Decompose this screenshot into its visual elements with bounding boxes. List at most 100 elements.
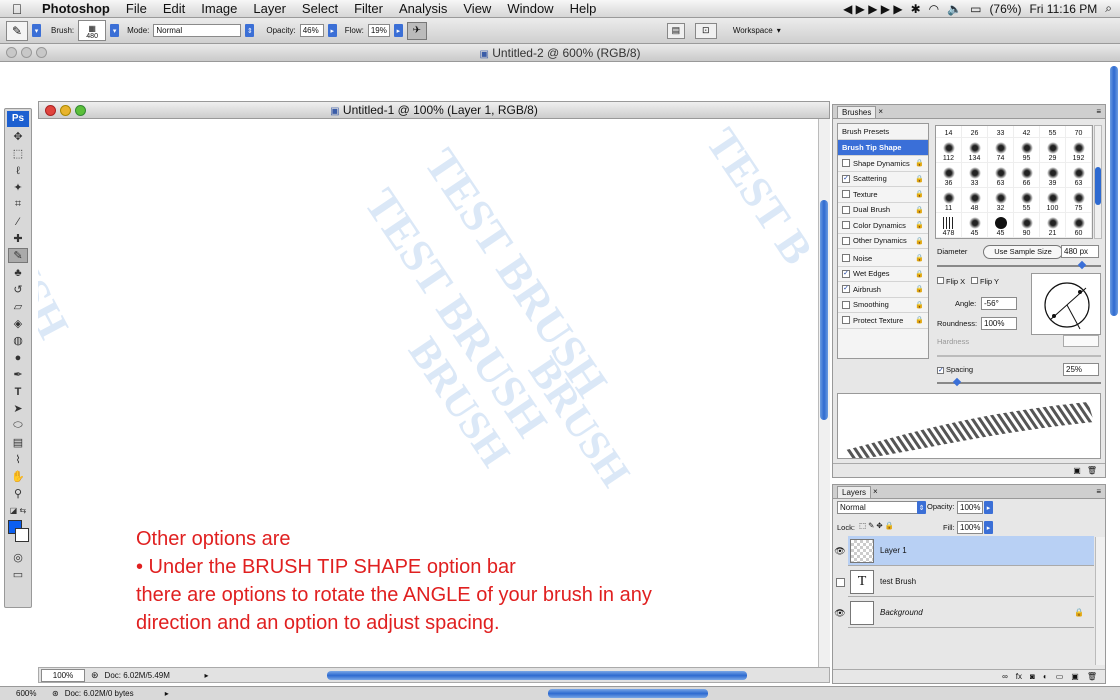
brush-preset[interactable]: 55 — [1014, 188, 1040, 213]
palette-well-icon[interactable]: ▤ — [666, 22, 685, 39]
tab-brushes[interactable]: Brushes — [837, 105, 877, 118]
doc2-zoom-icon[interactable] — [36, 47, 47, 58]
zoom-tool-icon[interactable]: ⚲ — [8, 486, 28, 501]
workspace-menu[interactable]: Workspace — [733, 26, 773, 35]
brush-option-item[interactable]: ✓ Wet Edges 🔒 — [838, 267, 928, 282]
opacity-slider-toggle[interactable]: ▸ — [327, 24, 337, 37]
checkbox-unchecked[interactable] — [842, 205, 850, 214]
brush-preset[interactable]: 63 — [1066, 163, 1092, 188]
history-brush-tool-icon[interactable]: ↺ — [8, 282, 28, 297]
move-tool-icon[interactable]: ✥ — [8, 129, 28, 144]
lock-icon[interactable]: 🔒 — [915, 237, 924, 245]
quick-mask-icon[interactable]: ◎ — [8, 550, 28, 565]
menu-select[interactable]: Select — [294, 1, 346, 16]
brush-option-item[interactable]: Dual Brush 🔒 — [838, 203, 928, 218]
new-layer-icon[interactable]: ▣ — [1071, 672, 1079, 681]
brush-picker-dropdown[interactable]: ▾ — [110, 24, 120, 37]
brush-tool-preset-icon[interactable]: ✎ — [6, 20, 28, 41]
brush-picker[interactable]: ▦ 480 — [78, 20, 107, 41]
tool-preset-dropdown[interactable]: ▾ — [32, 24, 41, 37]
layer-name[interactable]: test Brush — [880, 577, 916, 586]
brush-preset-header[interactable]: 14 — [936, 126, 962, 138]
opacity-input[interactable]: 46% — [299, 24, 324, 37]
brush-preset[interactable]: 112 — [936, 138, 962, 163]
diameter-input[interactable]: 480 px — [1061, 245, 1099, 258]
clone-stamp-tool-icon[interactable]: ♣ — [8, 265, 28, 280]
brush-tool-icon[interactable]: ✎ — [8, 248, 28, 263]
bluetooth-icon[interactable]: ✱ — [911, 2, 921, 16]
lock-icon[interactable]: 🔒 — [915, 159, 924, 167]
doc1-titlebar[interactable]: ▣ Untitled-1 @ 100% (Layer 1, RGB/8) — [38, 101, 830, 119]
layer-name[interactable]: Layer 1 — [880, 546, 907, 555]
doc2-zoom-field[interactable]: 600% — [0, 689, 46, 698]
flip-x-checkbox[interactable]: Flip X — [937, 277, 965, 286]
marquee-tool-icon[interactable]: ⬚ — [8, 146, 28, 161]
type-tool-icon[interactable]: T — [8, 384, 28, 399]
brush-option-item[interactable]: Shape Dynamics 🔒 — [838, 156, 928, 172]
brush-preset[interactable]: 100 — [1040, 188, 1066, 213]
checkbox-checked[interactable]: ✓ — [842, 174, 850, 183]
apple-icon[interactable]:  — [0, 1, 34, 17]
hardness-slider[interactable] — [937, 355, 1101, 357]
menu-image[interactable]: Image — [193, 1, 245, 16]
fill-input[interactable]: 100% — [957, 521, 983, 534]
layer-row-background[interactable]: Background 🔒 — [848, 598, 1094, 628]
notes-tool-icon[interactable]: ▤ — [8, 435, 28, 450]
doc1-minimize-icon[interactable] — [60, 105, 71, 116]
ps-logo[interactable]: Ps — [7, 111, 29, 127]
doc1-zoom-icon[interactable] — [75, 105, 86, 116]
brush-preset[interactable]: 39 — [1040, 163, 1066, 188]
brush-preset-header[interactable]: 33 — [988, 126, 1014, 138]
checkbox-unchecked[interactable] — [842, 221, 850, 230]
layer-opacity-slider-toggle[interactable]: ▸ — [984, 501, 993, 514]
lock-icon[interactable]: 🔒 — [915, 285, 924, 293]
lock-icon[interactable]: 🔒 — [915, 270, 924, 278]
brush-preset[interactable]: 478 — [936, 213, 962, 238]
spacing-slider-thumb[interactable] — [952, 377, 962, 387]
spotlight-icon[interactable]: ⌕ — [1105, 1, 1112, 16]
doc1-canvas[interactable]: BRUSH TEST BRUSH TEST BRUSH BRUSH BRUSH … — [38, 119, 818, 667]
doc2-status-menu-icon[interactable]: ▸ — [165, 689, 169, 698]
adjustment-layer-icon[interactable]: ◐ — [1043, 672, 1048, 681]
doc2-vscroll-thumb[interactable] — [1110, 66, 1118, 316]
use-sample-size-button[interactable]: Use Sample Size — [983, 245, 1063, 259]
background-color-swatch[interactable] — [15, 528, 29, 542]
doc1-close-icon[interactable] — [45, 105, 56, 116]
brush-preset[interactable]: 74 — [988, 138, 1014, 163]
healing-brush-tool-icon[interactable]: ✚ — [8, 231, 28, 246]
layers-panel-scrollbar[interactable] — [1095, 537, 1105, 665]
layers-close-icon[interactable]: × — [873, 487, 878, 496]
checkbox-unchecked[interactable] — [842, 300, 850, 309]
checkbox-checked[interactable]: ✓ — [842, 285, 850, 294]
doc1-status-icon[interactable]: ⊛ — [91, 670, 99, 681]
delete-layer-icon[interactable]: 🗑 — [1087, 672, 1097, 681]
doc1-hscroll-thumb[interactable] — [327, 671, 747, 680]
new-group-icon[interactable]: ▭ — [1056, 672, 1064, 681]
brush-preset[interactable]: 45 — [988, 213, 1014, 238]
blur-tool-icon[interactable]: ◍ — [8, 333, 28, 348]
fill-slider-toggle[interactable]: ▸ — [984, 521, 993, 534]
crop-tool-icon[interactable]: ⌗ — [8, 197, 28, 212]
spacing-checkbox[interactable]: ✓ Spacing — [937, 365, 973, 374]
brush-presets-item[interactable]: Brush Presets — [838, 124, 928, 140]
layer-visibility-eye-icon[interactable]: 👁 — [834, 598, 846, 628]
menu-layer[interactable]: Layer — [245, 1, 294, 16]
flow-slider-toggle[interactable]: ▸ — [393, 24, 403, 37]
brush-preset[interactable]: 36 — [936, 163, 962, 188]
lock-icons[interactable]: ⬚✎✥🔒 — [859, 521, 896, 530]
diameter-slider[interactable] — [937, 265, 1101, 267]
brush-option-item[interactable]: Other Dynamics 🔒 — [838, 234, 928, 249]
spacing-input[interactable]: 25% — [1063, 363, 1099, 376]
doc2-close-icon[interactable] — [6, 47, 17, 58]
brush-preset[interactable]: 90 — [1014, 213, 1040, 238]
brush-preset[interactable]: 32 — [988, 188, 1014, 213]
workspace-dropdown-icon[interactable]: ▾ — [777, 26, 781, 35]
brushes-close-icon[interactable]: × — [878, 107, 883, 116]
brush-preset[interactable]: 45 — [962, 213, 988, 238]
brush-preset-header[interactable]: 70 — [1066, 126, 1092, 138]
lock-icon[interactable]: 🔒 — [915, 316, 924, 324]
angle-input[interactable]: -56° — [981, 297, 1017, 310]
menu-file[interactable]: File — [118, 1, 155, 16]
brush-tip-shape-item[interactable]: Brush Tip Shape — [838, 140, 928, 156]
doc2-titlebar[interactable]: ▣ Untitled-2 @ 600% (RGB/8) — [0, 44, 1120, 62]
